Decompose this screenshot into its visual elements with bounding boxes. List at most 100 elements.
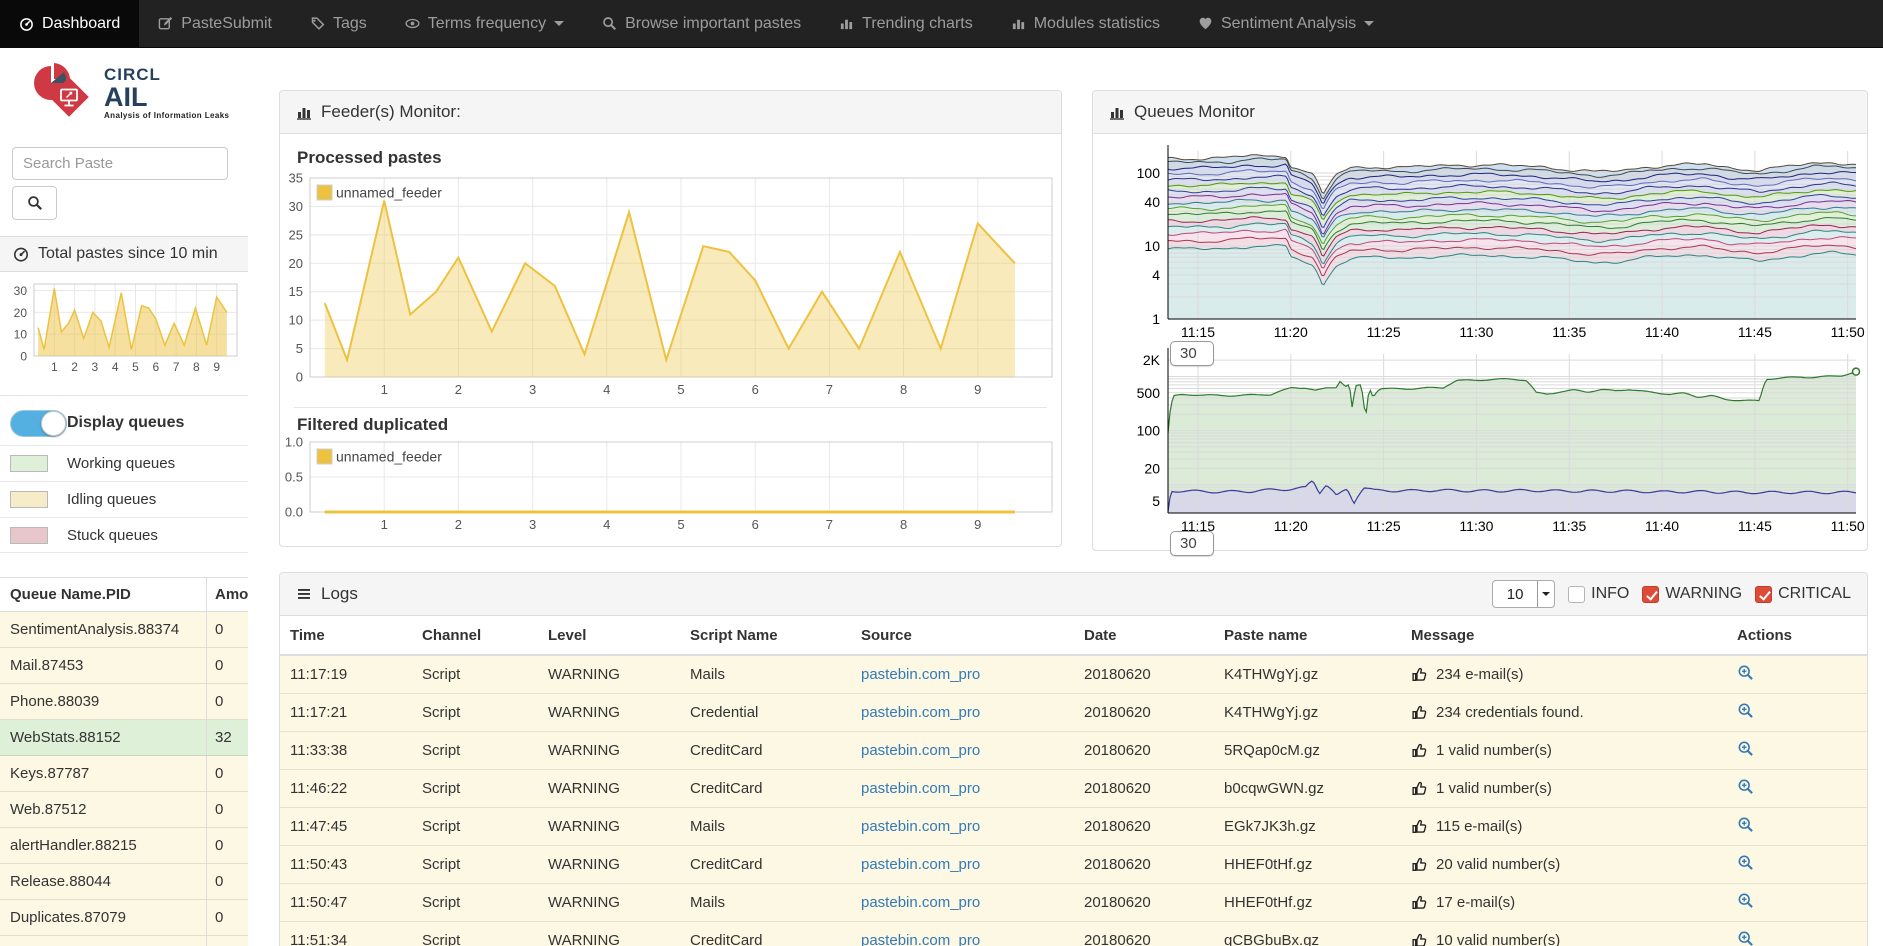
source-link[interactable]: pastebin.com_pro [861, 742, 980, 759]
logo-subtitle: Analysis of Information Leaks [104, 111, 229, 120]
queue-amount-header: Amount [207, 578, 248, 611]
source-link[interactable]: pastebin.com_pro [861, 856, 980, 873]
total-pastes-sparkline-chart: 0102030123456789 [0, 274, 248, 380]
nav-item-dashboard[interactable]: Dashboard [0, 0, 139, 47]
search-plus-icon[interactable] [1737, 778, 1754, 795]
nav-item-label: Sentiment Analysis [1221, 15, 1356, 33]
svg-text:0.5: 0.5 [285, 470, 303, 485]
logs-title: Logs [321, 584, 358, 604]
queue-row: alertHandler.882150 [0, 828, 248, 864]
logs-table: TimeChannelLevelScript NameSourceDatePas… [280, 616, 1867, 946]
search-icon [602, 16, 617, 31]
source-link[interactable]: pastebin.com_pro [861, 780, 980, 797]
source-link[interactable]: pastebin.com_pro [861, 894, 980, 911]
search-plus-icon[interactable] [1737, 664, 1754, 681]
search-plus-icon[interactable] [1737, 740, 1754, 757]
filter-info[interactable]: INFO [1568, 585, 1629, 603]
list-icon [296, 586, 312, 602]
svg-text:11:45: 11:45 [1738, 324, 1772, 340]
legend-item-working-queues: Working queues [0, 445, 248, 481]
page-size-select[interactable]: 10 [1492, 580, 1555, 608]
search-button[interactable] [12, 186, 57, 220]
search-plus-icon[interactable] [1737, 702, 1754, 719]
svg-text:7: 7 [826, 382, 833, 397]
svg-text:3: 3 [529, 517, 536, 532]
queue-name [0, 936, 207, 946]
svg-text:0: 0 [296, 370, 303, 385]
queue-row: Phone.880390 [0, 684, 248, 720]
filter-critical[interactable]: CRITICAL [1755, 585, 1851, 603]
log-source: pastebin.com_pro [851, 808, 1074, 846]
nav-item-label: Trending charts [862, 15, 973, 33]
nav-item-sentiment-analysis[interactable]: Sentiment Analysis [1179, 0, 1393, 47]
queue-row: Web.875120 [0, 792, 248, 828]
search-input[interactable] [12, 147, 228, 180]
svg-text:5: 5 [132, 360, 139, 374]
log-script: CreditCard [680, 846, 851, 884]
svg-text:100: 100 [1137, 165, 1161, 181]
checkbox-critical[interactable] [1755, 586, 1772, 603]
log-time: 11:50:47 [280, 884, 412, 922]
svg-text:1: 1 [381, 382, 388, 397]
circl-ail-logo: CIRCL AIL Analysis of Information Leaks [30, 62, 229, 122]
log-time: 11:47:45 [280, 808, 412, 846]
log-paste-name: b0cqwGWN.gz [1214, 770, 1401, 808]
feeder-monitor-panel: Feeder(s) Monitor: Processed pastes 0510… [279, 90, 1062, 547]
log-date: 20180620 [1074, 732, 1214, 770]
log-date: 20180620 [1074, 846, 1214, 884]
filter-label: CRITICAL [1778, 585, 1851, 603]
navbar: DashboardPasteSubmit Tags Terms frequencyB… [0, 0, 1883, 48]
log-script: Mails [680, 884, 851, 922]
source-link[interactable]: pastebin.com_pro [861, 704, 980, 721]
logs-col-channel: Channel [412, 616, 538, 655]
checkbox-warning[interactable] [1642, 586, 1659, 603]
roll-period-input-bottom[interactable] [1170, 531, 1214, 556]
logs-table-header-row: TimeChannelLevelScript NameSourceDatePas… [280, 616, 1867, 655]
queue-name: Duplicates.87079 [0, 900, 207, 935]
source-link[interactable]: pastebin.com_pro [861, 666, 980, 683]
log-script: Mails [680, 655, 851, 694]
filtered-duplicated-chart: 0.00.51.0123456789unnamed_feeder [280, 432, 1062, 538]
logs-row: 11:51:34ScriptWARNINGCreditCardpastebin.… [280, 922, 1867, 946]
nav-item-browse-important-pastes[interactable]: Browse important pastes [583, 0, 820, 47]
queue-name: Web.87512 [0, 792, 207, 827]
log-source: pastebin.com_pro [851, 694, 1074, 732]
svg-text:9: 9 [213, 360, 220, 374]
search-plus-icon[interactable] [1737, 816, 1754, 833]
source-link[interactable]: pastebin.com_pro [861, 932, 980, 946]
filter-warning[interactable]: WARNING [1642, 585, 1742, 603]
source-link[interactable]: pastebin.com_pro [861, 818, 980, 835]
log-time: 11:51:34 [280, 922, 412, 946]
roll-period-input-top[interactable] [1170, 341, 1214, 366]
log-date: 20180620 [1074, 884, 1214, 922]
search-plus-icon[interactable] [1737, 854, 1754, 871]
svg-text:1: 1 [381, 517, 388, 532]
log-channel: Script [412, 846, 538, 884]
search-plus-icon[interactable] [1737, 892, 1754, 909]
log-level: WARNING [538, 770, 680, 808]
log-paste-name: HHEF0tHf.gz [1214, 884, 1401, 922]
nav-item-terms-frequency[interactable]: Terms frequency [386, 0, 583, 47]
nav-item-tags[interactable]: Tags [291, 0, 386, 47]
nav-item-modules-statistics[interactable]: Modules statistics [992, 0, 1179, 47]
search-plus-icon[interactable] [1737, 930, 1754, 946]
checkbox-info[interactable] [1568, 586, 1585, 603]
svg-text:11:30: 11:30 [1459, 518, 1493, 534]
gauge-icon [19, 16, 34, 31]
nav-item-label: Tags [333, 15, 367, 33]
svg-text:1: 1 [1152, 311, 1160, 327]
svg-text:10: 10 [14, 328, 28, 342]
svg-text:9: 9 [974, 517, 981, 532]
log-time: 11:33:38 [280, 732, 412, 770]
legend-item-stuck-queues: Stuck queues [0, 517, 248, 553]
log-script: Credential [680, 694, 851, 732]
logs-row: 11:46:22ScriptWARNINGCreditCardpastebin.… [280, 770, 1867, 808]
nav-item-trending-charts[interactable]: Trending charts [820, 0, 992, 47]
log-actions [1727, 846, 1867, 884]
svg-text:11:25: 11:25 [1367, 518, 1401, 534]
log-level: WARNING [538, 694, 680, 732]
display-queues-toggle[interactable] [10, 410, 67, 437]
nav-item-pastesubmit[interactable]: PasteSubmit [139, 0, 291, 47]
svg-text:8: 8 [900, 517, 907, 532]
svg-text:2: 2 [71, 360, 78, 374]
